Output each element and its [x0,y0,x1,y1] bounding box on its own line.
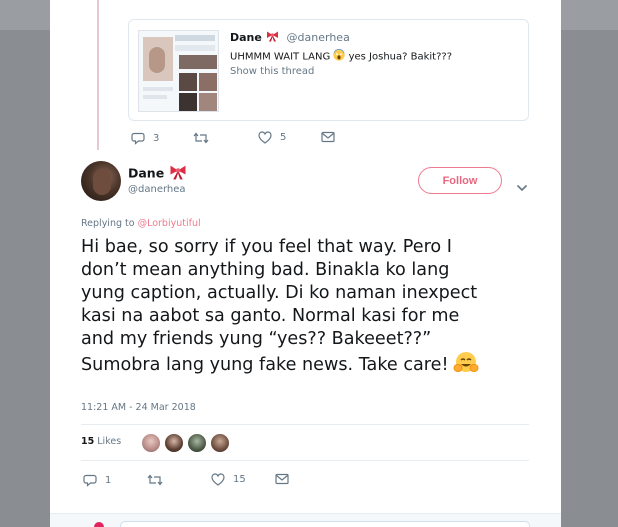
liker-avatar[interactable] [164,433,184,453]
quoted-tweet-card[interactable]: Dane @danerhea UHMMM WAIT LANG yes Joshu… [128,19,529,121]
like-count: 15 [233,474,246,485]
replying-to: Replying to @Lorbiyutiful [81,218,201,229]
author-avatar[interactable] [81,161,121,201]
reply-count: 1 [105,474,112,486]
quoted-tweet-thumbnail [138,30,219,112]
liker-avatar[interactable] [187,433,207,453]
replying-to-handle-link[interactable]: @Lorbiyutiful [138,218,201,229]
direct-message-icon [321,131,335,143]
tweet-line: Sumobra lang yung fake news. Take care! [81,355,449,375]
quoted-tweet-text: UHMMM WAIT LANG yes Joshua? Bakit??? [230,48,453,64]
like-action[interactable]: 15 [211,473,246,486]
retweet-icon [193,132,209,144]
composer-avatar [94,522,104,527]
author-name: Dane [128,165,165,181]
thread-connector-line [97,0,99,150]
liker-avatar[interactable] [210,433,230,453]
chevron-down-icon [516,184,528,192]
likes-count[interactable]: 15 Likes [81,436,121,447]
quoted-text-part-1: UHMMM WAIT LANG [230,51,331,63]
tweet-text: Hi bae, so sorry if you feel that way. P… [81,236,526,377]
likes-label: Likes [97,436,122,447]
tweet-last-line: Sumobra lang yung fake news. Take care! [81,351,526,377]
heart-icon [258,131,272,144]
retweet-action[interactable] [147,473,163,487]
direct-message-action[interactable] [321,131,335,143]
replying-prefix: Replying to [81,218,138,229]
divider [81,460,529,461]
hugging-face-emoji-icon [453,351,479,375]
reply-icon [83,474,97,487]
tweet-author[interactable]: Dane [128,165,187,183]
more-options-caret[interactable] [516,177,528,196]
reply-action[interactable]: 1 [83,473,111,487]
likes-number: 15 [81,436,95,447]
tweet-line: kasi na aabot sa ganto. Normal kasi for … [81,306,460,326]
reply-icon [131,132,145,145]
quoted-author-name: Dane [230,31,262,44]
quoted-text-part-2: yes Joshua? Bakit??? [348,51,453,63]
ribbon-emoji-icon [266,31,279,45]
likers-avatars [141,433,233,453]
tweet-line: yung caption, actually. Di ko naman inex… [81,283,478,303]
tweet-timestamp[interactable]: 11:21 AM - 24 Mar 2018 [81,402,196,413]
tweet-line: and my friends yung “yes?? Bakeeet??” [81,329,432,349]
like-action[interactable]: 5 [258,131,286,144]
tweet-line: Hi bae, so sorry if you feel that way. P… [81,237,452,257]
direct-message-action[interactable] [275,473,289,485]
ribbon-emoji-icon [169,165,187,183]
retweet-icon [147,474,163,486]
quoted-tweet-author: Dane @danerhea [230,31,350,45]
like-count: 5 [280,132,287,143]
retweet-action[interactable] [193,131,209,145]
screaming-face-emoji-icon [333,48,345,64]
author-handle[interactable]: @danerhea [128,184,186,195]
quoted-author-handle: @danerhea [286,31,350,44]
reply-input[interactable] [120,521,530,527]
liker-avatar[interactable] [141,433,161,453]
follow-button[interactable]: Follow [418,167,502,194]
reply-count: 3 [153,132,160,144]
tweet-line: don’t mean anything bad. Binakla ko lang [81,260,450,280]
direct-message-icon [275,473,289,485]
show-this-thread-link[interactable]: Show this thread [230,66,314,77]
reply-action[interactable]: 3 [131,131,159,145]
heart-icon [211,473,225,486]
previous-tweet-cut-text [190,0,430,3]
divider [81,424,529,425]
